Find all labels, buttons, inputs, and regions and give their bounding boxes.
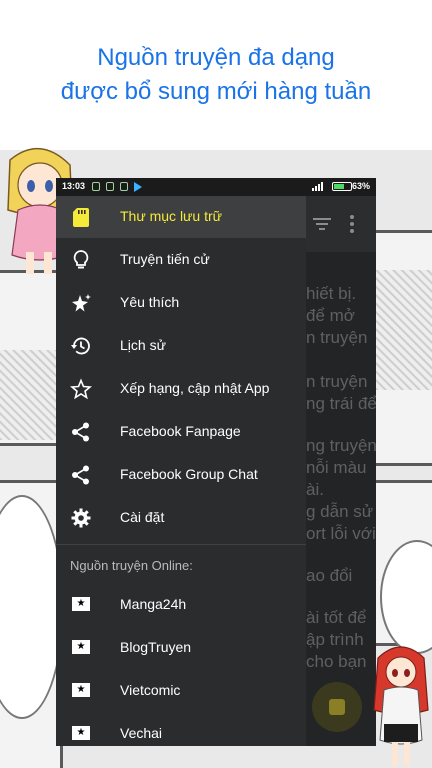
nav-item-label: Facebook Group Chat [120,466,258,482]
content-text: ài. [306,480,324,499]
battery-percent: 63% [351,181,370,191]
nav-item-rate-update[interactable]: Xếp hạng, cập nhật App [56,368,306,410]
content-text: ập trình [306,630,364,649]
content-text: nỗi màu [306,458,367,477]
source-item-vietcomic[interactable]: ★ Vietcomic [56,670,306,712]
nav-item-settings[interactable]: Cài đặt [56,497,306,539]
source-logo-icon: ★ [72,640,90,654]
drawer-divider [56,544,306,545]
content-text: để mở [306,306,355,325]
sd-card-icon [73,208,89,227]
status-bar: 13:03 63% [56,178,376,196]
content-text: ao đổi [306,566,353,585]
source-item-blogtruyen[interactable]: ★ BlogTruyen [56,627,306,669]
nav-item-label: Facebook Fanpage [120,423,241,439]
signal-icon [312,182,323,191]
source-label: BlogTruyen [120,639,192,655]
content-text: n truyện [306,372,368,391]
lightbulb-icon [73,250,89,269]
notification-icon [92,182,100,191]
content-text: ort lỗi với [306,524,376,543]
nav-item-recommended[interactable]: Truyện tiến cử [56,239,306,281]
phone-screenshot: 13:03 63% hiết bị. để mở n truyện n truy… [56,178,376,746]
content-text: g dẫn sử [306,502,374,521]
share-icon [72,465,89,485]
more-options-icon[interactable] [348,214,356,234]
nav-item-storage-folder[interactable]: Thư mục lưu trữ [56,196,306,238]
source-logo-icon: ★ [72,683,90,697]
source-logo-icon: ★ [72,726,90,740]
history-icon [71,337,90,355]
source-label: Vechai [120,725,163,741]
notification-icon [120,182,128,191]
star-sparkle-icon [72,294,91,312]
source-item-vechai[interactable]: ★ Vechai [56,713,306,746]
nav-item-label: Truyện tiến cử [120,251,210,267]
nav-item-facebook-group-chat[interactable]: Facebook Group Chat [56,454,306,496]
content-text: hiết bị. [306,284,357,303]
read-book-fab[interactable] [312,682,362,732]
online-sources-heading: Nguồn truyện Online: [70,558,193,573]
chibi-character-right [373,646,429,766]
nav-item-history[interactable]: Lịch sử [56,325,306,367]
nav-item-label: Yêu thích [120,294,180,310]
content-text: ng truyện [306,436,376,455]
nav-item-label: Lịch sử [120,337,166,353]
gear-icon [71,508,91,528]
nav-item-label: Xếp hạng, cập nhật App [120,380,270,396]
content-text: ng trái để [306,394,376,413]
promo-title-line-2: được bổ sung mới hàng tuần [60,78,372,105]
navigation-drawer: Thư mục lưu trữ Truyện tiến cử Yêu thích… [56,196,306,746]
source-label: Manga24h [120,596,187,612]
filter-icon[interactable] [312,214,332,234]
book-icon [329,699,345,715]
content-text: n truyện [306,328,368,347]
play-store-icon [134,182,142,192]
share-icon [72,422,89,442]
promo-title-line-1: Nguồn truyện đa dạng [97,44,335,71]
content-text: cho bạn [306,652,367,671]
status-time: 13:03 [62,181,86,191]
battery-icon [332,182,352,191]
nav-item-favorites[interactable]: Yêu thích [56,282,306,324]
content-text: ài tốt để [306,608,367,627]
nav-item-label: Cài đặt [120,509,165,525]
star-outline-icon [70,378,92,400]
source-item-manga24h[interactable]: ★ Manga24h [56,584,306,626]
source-logo-icon: ★ [72,597,90,611]
nav-item-label: Thư mục lưu trữ [120,208,223,224]
nav-item-facebook-fanpage[interactable]: Facebook Fanpage [56,411,306,453]
notification-icon [106,182,114,191]
source-label: Vietcomic [120,682,181,698]
